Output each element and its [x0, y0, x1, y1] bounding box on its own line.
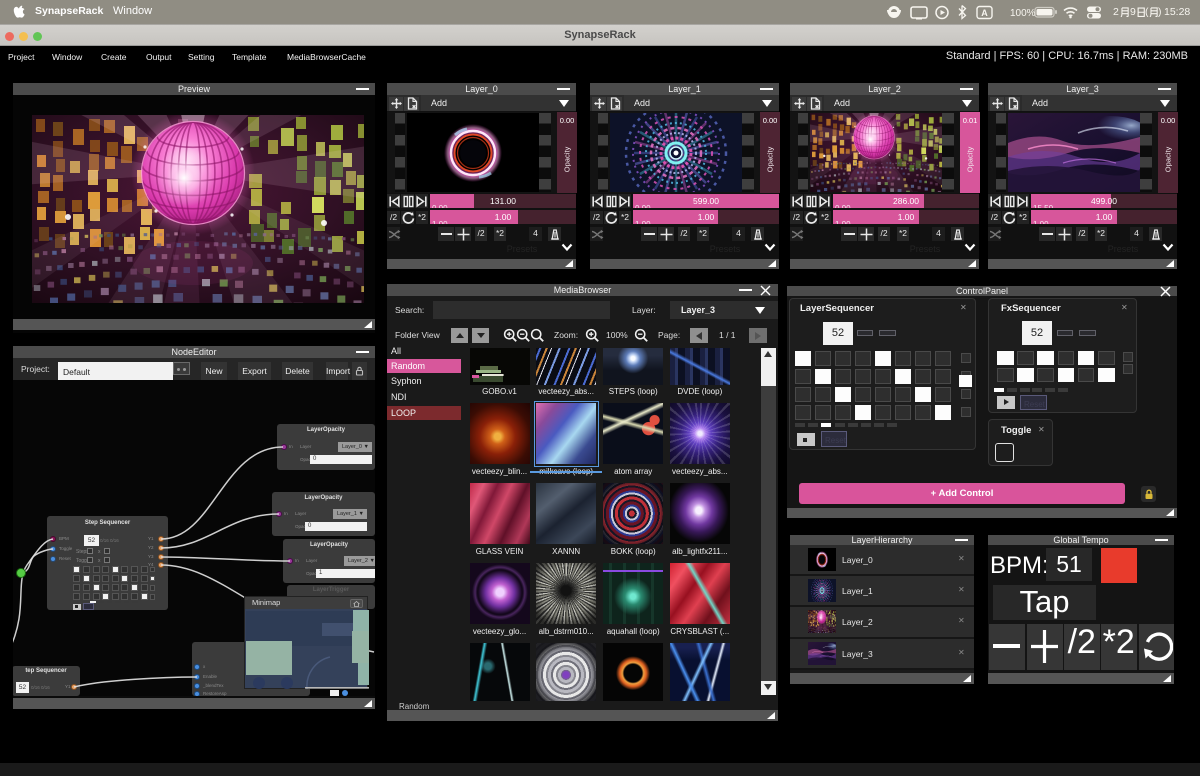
svg-text:100%: 100% [1010, 8, 1036, 19]
svg-text:A: A [981, 8, 988, 18]
